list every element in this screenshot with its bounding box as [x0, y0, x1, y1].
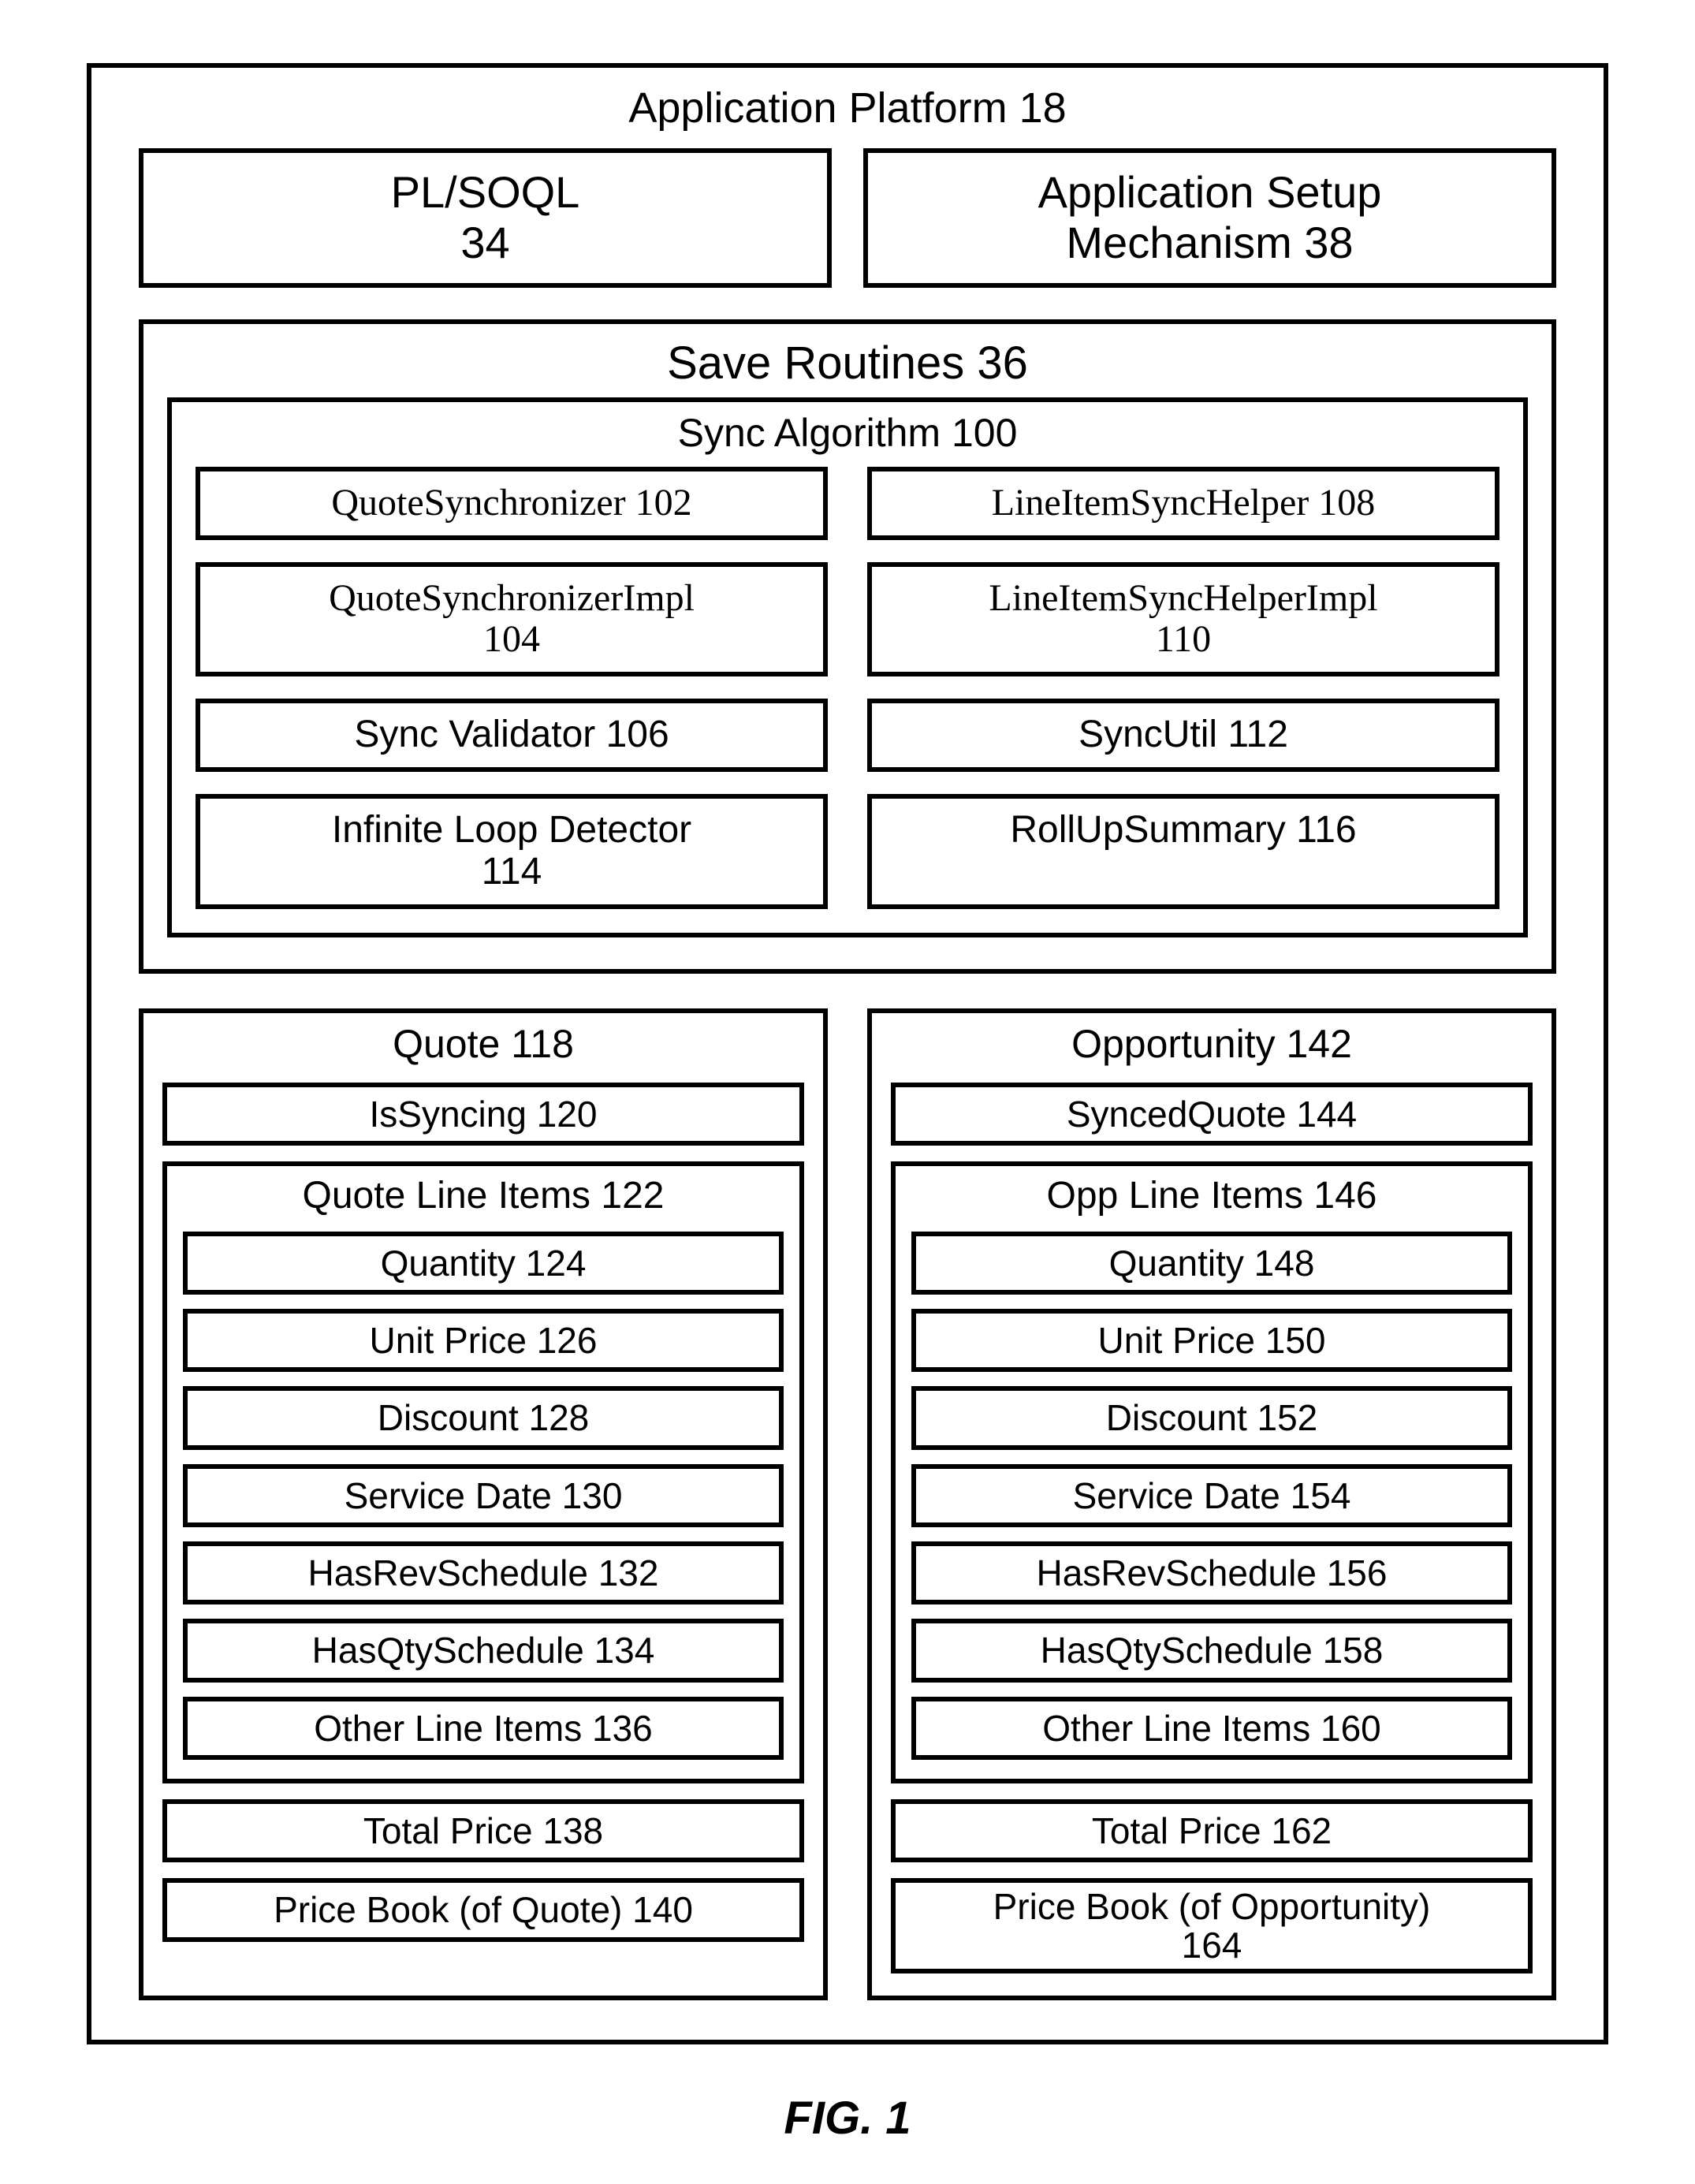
sync-validator-box: Sync Validator 106	[196, 699, 828, 772]
quote-has-qty-schedule: HasQtySchedule 134	[183, 1619, 784, 1682]
opp-service-date: Service Date 154	[911, 1464, 1512, 1527]
quote-line-items-title: Quote Line Items 122	[183, 1174, 784, 1217]
opp-quantity: Quantity 148	[911, 1232, 1512, 1295]
quote-issyncing: IsSyncing 120	[162, 1083, 804, 1146]
appsetup-box: Application Setup Mechanism 38	[863, 148, 1556, 288]
plsoql-label: PL/SOQL	[391, 167, 580, 217]
opp-price-book: Price Book (of Opportunity) 164	[891, 1878, 1533, 1973]
save-routines-box: Save Routines 36 Sync Algorithm 100 Quot…	[139, 319, 1556, 974]
quote-quantity: Quantity 124	[183, 1232, 784, 1295]
opp-has-qty-schedule: HasQtySchedule 158	[911, 1619, 1512, 1682]
quote-other-line-items: Other Line Items 136	[183, 1697, 784, 1760]
opp-pb-label: Price Book (of Opportunity)	[993, 1886, 1431, 1927]
quote-box: Quote 118 IsSyncing 120 Quote Line Items…	[139, 1008, 828, 2000]
qsi-label: QuoteSynchronizerImpl	[329, 577, 695, 619]
save-routines-title: Save Routines 36	[167, 337, 1528, 389]
plsoql-box: PL/SOQL 34	[139, 148, 832, 288]
quote-total-price: Total Price 138	[162, 1799, 804, 1862]
ild-number: 114	[482, 851, 542, 893]
opportunity-synced-quote: SyncedQuote 144	[891, 1083, 1533, 1146]
quote-discount: Discount 128	[183, 1386, 784, 1449]
opp-other-line-items: Other Line Items 160	[911, 1697, 1512, 1760]
appsetup-label: Application Setup	[1038, 167, 1382, 217]
rollupsummary-box: RollUpSummary 116	[867, 794, 1499, 909]
opp-discount: Discount 152	[911, 1386, 1512, 1449]
quote-synchronizer-impl-box: QuoteSynchronizerImpl 104	[196, 562, 828, 677]
quote-service-date: Service Date 130	[183, 1464, 784, 1527]
lishi-number: 110	[1156, 618, 1211, 660]
figure-caption: FIG. 1	[87, 2092, 1608, 2145]
quote-title: Quote 118	[162, 1021, 804, 1067]
infinite-loop-detector-box: Infinite Loop Detector 114	[196, 794, 828, 909]
ild-label: Infinite Loop Detector	[332, 809, 691, 851]
plsoql-number: 34	[460, 218, 509, 267]
lishi-label: LineItemSyncHelperImpl	[989, 577, 1377, 619]
quote-line-items-box: Quote Line Items 122 Quantity 124 Unit P…	[162, 1161, 804, 1783]
lineitem-sync-helper-box: LineItemSyncHelper 108	[867, 467, 1499, 540]
opp-pb-number: 164	[1182, 1925, 1242, 1966]
opportunity-box: Opportunity 142 SyncedQuote 144 Opp Line…	[867, 1008, 1556, 2000]
opportunity-title: Opportunity 142	[891, 1021, 1533, 1067]
opp-line-items-box: Opp Line Items 146 Quantity 148 Unit Pri…	[891, 1161, 1533, 1783]
quote-synchronizer-box: QuoteSynchronizer 102	[196, 467, 828, 540]
platform-title: Application Platform 18	[139, 84, 1556, 132]
quote-price-book: Price Book (of Quote) 140	[162, 1878, 804, 1941]
appsetup-line2: Mechanism 38	[1066, 218, 1353, 267]
quote-has-rev-schedule: HasRevSchedule 132	[183, 1541, 784, 1604]
opp-total-price: Total Price 162	[891, 1799, 1533, 1862]
sync-algorithm-box: Sync Algorithm 100 QuoteSynchronizer 102…	[167, 397, 1528, 937]
quote-unit-price: Unit Price 126	[183, 1309, 784, 1372]
sync-algo-title: Sync Algorithm 100	[196, 410, 1499, 456]
qsi-number: 104	[483, 618, 540, 660]
lineitem-sync-helper-impl-box: LineItemSyncHelperImpl 110	[867, 562, 1499, 677]
syncutil-box: SyncUtil 112	[867, 699, 1499, 772]
application-platform-container: Application Platform 18 PL/SOQL 34 Appli…	[87, 63, 1608, 2044]
opp-has-rev-schedule: HasRevSchedule 156	[911, 1541, 1512, 1604]
opp-line-items-title: Opp Line Items 146	[911, 1174, 1512, 1217]
opp-unit-price: Unit Price 150	[911, 1309, 1512, 1372]
